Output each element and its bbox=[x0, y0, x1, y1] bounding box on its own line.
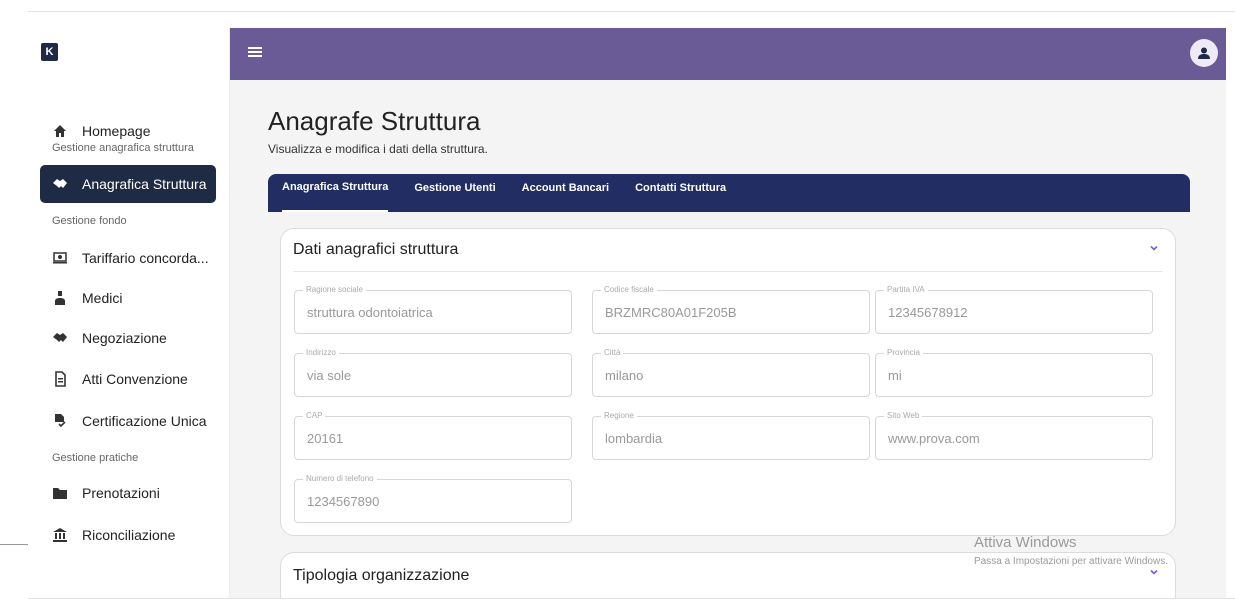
sito-web-field[interactable]: Sito Web www.prova.com bbox=[875, 411, 1153, 460]
field-label: Indirizzo bbox=[303, 348, 339, 357]
window-bottom-border bbox=[28, 598, 1235, 606]
app-logo[interactable]: K bbox=[41, 43, 58, 61]
outer-divider bbox=[0, 544, 28, 545]
handshake-icon bbox=[52, 176, 68, 192]
field-label: Provincia bbox=[884, 348, 923, 357]
handshake-icon bbox=[52, 330, 68, 346]
windows-activation-title: Attiva Windows bbox=[974, 534, 1077, 551]
top-bar bbox=[230, 28, 1226, 80]
numero-telefono-field[interactable]: Numero di telefono 1234567890 bbox=[294, 474, 572, 523]
card-dati-anagrafici: Dati anagrafici struttura Ragione social… bbox=[280, 228, 1176, 536]
chevron-down-icon[interactable] bbox=[1149, 243, 1159, 253]
card-title: Dati anagrafici struttura bbox=[293, 241, 459, 258]
field-value: 1234567890 bbox=[307, 494, 380, 509]
sidebar-item-certificazione-unica[interactable]: Certificazione Unica bbox=[40, 402, 216, 440]
certificate-icon bbox=[52, 413, 68, 429]
citta-field[interactable]: Città milano bbox=[592, 348, 870, 397]
field-value: milano bbox=[605, 368, 644, 383]
tab-contatti-struttura[interactable]: Contatti Struttura bbox=[635, 174, 726, 212]
sidebar-item-label: Prenotazioni bbox=[82, 485, 160, 501]
sidebar-item-medici[interactable]: Medici bbox=[40, 279, 216, 317]
sidebar-item-anagrafica-struttura[interactable]: Anagrafica Struttura bbox=[40, 165, 216, 203]
section-label-pratiche: Gestione pratiche bbox=[52, 452, 139, 464]
field-value: mi bbox=[888, 368, 902, 383]
folder-icon bbox=[52, 485, 68, 501]
chevron-down-icon[interactable] bbox=[1149, 567, 1159, 577]
page-title: Anagrafe Struttura bbox=[268, 106, 481, 136]
field-value: lombardia bbox=[605, 431, 663, 446]
ragione-sociale-field[interactable]: Ragione sociale struttura odontoiatrica bbox=[294, 285, 572, 334]
tab-bar: Anagrafica Struttura Gestione Utenti Acc… bbox=[268, 174, 1190, 212]
sidebar-item-label: Medici bbox=[82, 290, 123, 306]
regione-field[interactable]: Regione lombardia bbox=[592, 411, 870, 460]
field-value: BRZMRC80A01F205B bbox=[605, 305, 737, 320]
field-value: www.prova.com bbox=[888, 431, 980, 446]
divider bbox=[293, 271, 1163, 272]
sidebar-item-label: Homepage bbox=[82, 123, 151, 139]
card-title: Tipologia organizzazione bbox=[293, 567, 470, 584]
user-icon bbox=[1198, 47, 1210, 59]
field-label: Città bbox=[601, 348, 624, 357]
tab-gestione-utenti[interactable]: Gestione Utenti bbox=[414, 174, 495, 212]
cap-field[interactable]: CAP 20161 bbox=[294, 411, 572, 460]
sidebar-item-label: Anagrafica Struttura bbox=[82, 176, 207, 192]
field-label: Codice fiscale bbox=[601, 285, 657, 294]
indirizzo-field[interactable]: Indirizzo via sole bbox=[294, 348, 572, 397]
hamburger-icon[interactable] bbox=[248, 47, 262, 57]
codice-fiscale-field[interactable]: Codice fiscale BRZMRC80A01F205B bbox=[592, 285, 870, 334]
field-label: Regione bbox=[601, 411, 637, 420]
doctor-icon bbox=[52, 290, 68, 306]
sidebar-item-atti-convenzione[interactable]: Atti Convenzione bbox=[40, 360, 216, 398]
main-content: Anagrafe Struttura Visualizza e modifica… bbox=[230, 80, 1226, 598]
tab-anagrafica-struttura[interactable]: Anagrafica Struttura bbox=[282, 174, 389, 212]
field-label: Sito Web bbox=[884, 411, 923, 420]
home-icon bbox=[52, 123, 68, 139]
partita-iva-field[interactable]: Partita IVA 12345678912 bbox=[875, 285, 1153, 334]
sidebar-item-riconciliazione[interactable]: Riconciliazione bbox=[40, 516, 216, 554]
document-icon bbox=[52, 371, 68, 387]
section-label-anagrafica: Gestione anagrafica struttura bbox=[52, 142, 194, 154]
field-label: CAP bbox=[303, 411, 326, 420]
sidebar-item-negoziazione[interactable]: Negoziazione bbox=[40, 319, 216, 357]
sidebar: K Homepage Gestione anagrafica struttura… bbox=[28, 28, 230, 606]
window-top-border bbox=[28, 11, 1235, 12]
bank-icon bbox=[52, 527, 68, 543]
field-value: 12345678912 bbox=[888, 305, 968, 320]
page-subtitle: Visualizza e modifica i dati della strut… bbox=[268, 142, 488, 156]
sidebar-item-label: Tariffario concorda... bbox=[82, 250, 209, 266]
sidebar-item-label: Riconciliazione bbox=[82, 527, 176, 543]
section-label-fondo: Gestione fondo bbox=[52, 215, 127, 227]
field-label: Partita IVA bbox=[884, 285, 928, 294]
field-value: struttura odontoiatrica bbox=[307, 305, 433, 320]
provincia-field[interactable]: Provincia mi bbox=[875, 348, 1153, 397]
tab-account-bancari[interactable]: Account Bancari bbox=[522, 174, 609, 212]
field-value: via sole bbox=[307, 368, 352, 383]
money-icon bbox=[52, 250, 68, 266]
windows-activation-hint: Passa a Impostazioni per attivare Window… bbox=[974, 556, 1168, 567]
sidebar-item-tariffario[interactable]: Tariffario concorda... bbox=[40, 239, 216, 277]
field-label: Numero di telefono bbox=[303, 474, 377, 483]
sidebar-item-label: Atti Convenzione bbox=[82, 371, 188, 387]
sidebar-item-label: Negoziazione bbox=[82, 330, 167, 346]
field-label: Ragione sociale bbox=[303, 285, 366, 294]
sidebar-item-label: Certificazione Unica bbox=[82, 413, 207, 429]
field-value: 20161 bbox=[307, 431, 344, 446]
user-avatar[interactable] bbox=[1190, 39, 1218, 67]
sidebar-item-prenotazioni[interactable]: Prenotazioni bbox=[40, 474, 216, 512]
